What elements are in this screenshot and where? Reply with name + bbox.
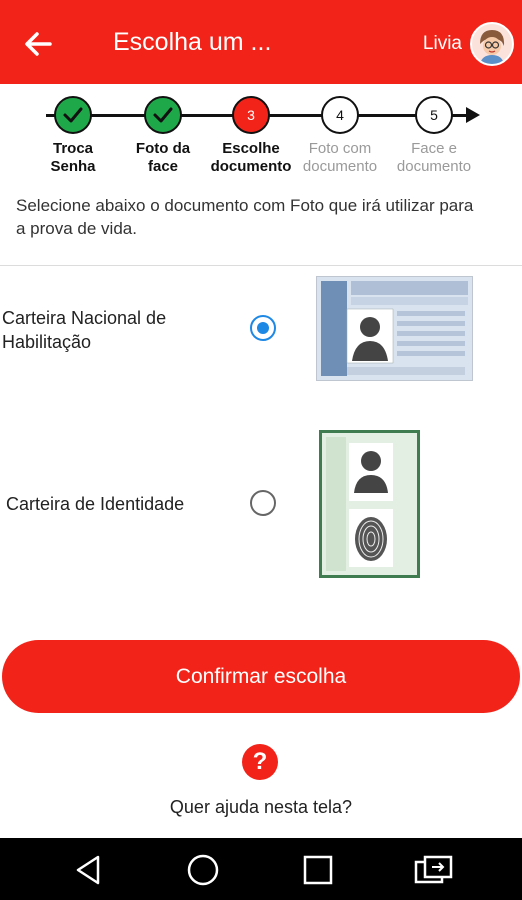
app-bar: Escolha um ... Livia <box>0 0 522 84</box>
identity-card-image[interactable] <box>319 430 420 578</box>
screen-rotate-icon[interactable] <box>413 852 453 888</box>
radio-cnh[interactable] <box>250 315 276 341</box>
help-link[interactable]: Quer ajuda nesta tela? <box>0 797 522 818</box>
progress-stepper: Troca Senha Foto da face 3 Escolhe document… <box>0 84 522 184</box>
step-label: Escolhe documento <box>210 140 292 175</box>
page-title: Escolha um ... <box>113 28 272 56</box>
option-rg-label[interactable]: Carteira de Identidade <box>6 492 184 516</box>
question-icon[interactable]: ? <box>242 744 278 780</box>
step-label: Face e documento <box>396 140 472 175</box>
step-label: Troca Senha <box>50 140 96 175</box>
home-circle-icon[interactable] <box>185 852 221 888</box>
step-escolhe-documento: 3 Escolhe documento <box>206 96 296 176</box>
divider <box>0 265 522 266</box>
recents-square-icon[interactable] <box>300 852 336 888</box>
avatar[interactable] <box>470 22 514 66</box>
step-label: Foto com documento <box>302 140 378 175</box>
back-arrow-icon[interactable] <box>20 26 56 62</box>
option-cnh-label[interactable]: Carteira Nacional de Habilitação <box>2 306 166 354</box>
step-number: 5 <box>415 96 453 134</box>
step-troca-senha: Troca Senha <box>28 96 118 176</box>
system-nav-bar <box>0 838 522 900</box>
step-face-documento: 5 Face e documento <box>389 96 479 176</box>
check-icon <box>54 96 92 134</box>
instructions-text: Selecione abaixo o documento com Foto qu… <box>16 196 474 238</box>
user-name: Livia <box>422 33 462 54</box>
step-number: 3 <box>232 96 270 134</box>
step-number: 4 <box>321 96 359 134</box>
check-icon <box>144 96 182 134</box>
step-foto-face: Foto da face <box>118 96 208 176</box>
step-label: Foto da face <box>135 140 191 175</box>
confirm-button[interactable]: Confirmar escolha <box>2 640 520 713</box>
back-triangle-icon[interactable] <box>70 852 106 888</box>
drivers-license-image[interactable] <box>316 276 473 381</box>
radio-rg[interactable] <box>250 490 276 516</box>
step-foto-documento: 4 Foto com documento <box>295 96 385 176</box>
